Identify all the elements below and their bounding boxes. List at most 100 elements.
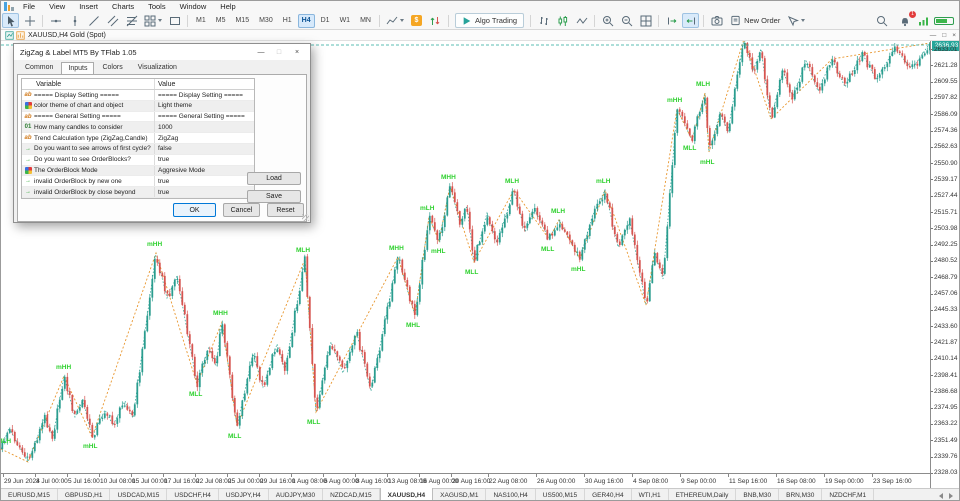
parameter-value[interactable]: Aggresive Mode — [154, 166, 254, 176]
timeframe-button-h1[interactable]: H1 — [279, 14, 296, 28]
tab-scroll-left-icon[interactable] — [939, 493, 943, 499]
time-axis[interactable]: 29 Jun 20243 Jul 00:005 Jul 16:0010 Jul … — [1, 473, 930, 488]
menu-file[interactable]: File — [16, 1, 42, 12]
timeframe-button-d1[interactable]: D1 — [317, 14, 334, 28]
deposit-button[interactable]: $ — [408, 13, 425, 28]
menu-view[interactable]: View — [42, 1, 72, 12]
vertical-line-tool-button[interactable] — [66, 13, 83, 28]
symbol-tab-gbpusd-h1[interactable]: GBPUSD,H1 — [58, 489, 111, 501]
dialog-close-button[interactable]: × — [290, 49, 304, 56]
parameter-value[interactable]: 1000 — [154, 122, 254, 132]
cancel-button[interactable]: Cancel — [223, 203, 260, 217]
parameter-row[interactable]: 01How many candles to consider1000 — [22, 122, 254, 133]
dialog-tab-visualization[interactable]: Visualization — [131, 61, 184, 74]
parameter-row[interactable]: →Do you want to see arrows of first cycl… — [22, 144, 254, 155]
symbol-tab-usdjpy-h4[interactable]: USDJPY,H4 — [219, 489, 269, 501]
parameter-row[interactable]: ab===== Display Setting ========== Displ… — [22, 90, 254, 101]
price-tick-label: 2421.87 — [934, 339, 958, 346]
save-button[interactable]: Save — [247, 190, 301, 203]
timeframe-button-mn[interactable]: MN — [356, 14, 375, 28]
parameter-value[interactable]: Light theme — [154, 101, 254, 111]
parameter-value[interactable]: ===== Display Setting ===== — [154, 90, 254, 100]
tick-chart-button[interactable] — [427, 13, 444, 28]
timeframe-button-m1[interactable]: M1 — [192, 14, 210, 28]
parameter-row[interactable]: abTrend Calculation type (ZigZag,Candle)… — [22, 133, 254, 144]
chart-type-dropdown-button[interactable] — [384, 13, 406, 28]
parameter-value[interactable]: ZigZag — [154, 133, 254, 143]
parameter-value[interactable]: true — [154, 155, 254, 165]
cursor-tool-button[interactable] — [2, 13, 19, 28]
symbol-tab-nzdcad-m15[interactable]: NZDCAD,M15 — [323, 489, 380, 501]
symbol-tab-bnb-m30[interactable]: BNB,M30 — [736, 489, 779, 501]
menu-window[interactable]: Window — [173, 1, 214, 12]
symbol-tab-ethereum-daily[interactable]: ETHEREUM,Daily — [669, 489, 737, 501]
screenshot-button[interactable] — [708, 13, 725, 28]
price-axis[interactable]: 2636.93 2633.012621.282609.552597.822586… — [930, 41, 960, 488]
line-mode-button[interactable] — [573, 13, 590, 28]
trendline-tool-button[interactable] — [85, 13, 102, 28]
timeframe-button-m5[interactable]: M5 — [212, 14, 230, 28]
notifications-button[interactable]: 1 — [896, 13, 913, 28]
parameter-row[interactable]: →invalid OrderBlock by new onetrue — [22, 176, 254, 187]
symbol-tab-xagusd-m1[interactable]: XAGUSD,M1 — [433, 489, 486, 501]
symbol-tab-wti-h1[interactable]: WTI,H1 — [632, 489, 669, 501]
zoom-in-button[interactable] — [599, 13, 616, 28]
symbol-tab-ger40-h4[interactable]: GER40,H4 — [585, 489, 631, 501]
load-button[interactable]: Load — [247, 172, 301, 185]
rectangle-tool-button[interactable] — [166, 13, 183, 28]
menu-help[interactable]: Help — [213, 1, 242, 12]
shapes-dropdown-button[interactable] — [142, 13, 164, 28]
fibonacci-tool-button[interactable] — [123, 13, 140, 28]
dialog-tab-common[interactable]: Common — [18, 61, 60, 74]
parameter-row[interactable]: ab===== General Setting ========== Gener… — [22, 112, 254, 123]
dialog-tab-colors[interactable]: Colors — [95, 61, 129, 74]
search-button[interactable] — [873, 13, 890, 28]
algo-trading-button[interactable]: Algo Trading — [455, 13, 524, 28]
symbol-tab-nzdchf-m1[interactable]: NZDCHF,M1 — [822, 489, 874, 501]
horizontal-line-tool-button[interactable] — [47, 13, 64, 28]
menu-tools[interactable]: Tools — [141, 1, 173, 12]
chart-shift-button[interactable] — [663, 13, 680, 28]
symbol-tab-brn-m30[interactable]: BRN,M30 — [779, 489, 822, 501]
menu-charts[interactable]: Charts — [105, 1, 141, 12]
depth-of-market-dropdown-button[interactable] — [785, 13, 807, 28]
symbol-tab-audjpy-m30[interactable]: AUDJPY,M30 — [269, 489, 323, 501]
tab-scroll-right-icon[interactable] — [949, 493, 953, 499]
symbol-tab-us500-m15[interactable]: US500,M15 — [536, 489, 585, 501]
equidistant-channel-tool-button[interactable] — [104, 13, 121, 28]
parameter-row[interactable]: The OrderBlock ModeAggresive Mode — [22, 166, 254, 177]
new-order-button[interactable]: New Order — [726, 15, 784, 26]
reset-button[interactable]: Reset — [267, 203, 304, 217]
parameter-value[interactable]: false — [154, 144, 254, 154]
auto-scroll-button[interactable] — [682, 13, 699, 28]
chart-minimize-button[interactable]: — — [930, 30, 937, 41]
chart-restore-button[interactable]: □ — [942, 30, 946, 41]
symbol-tab-eurusd-m15[interactable]: EURUSD,M15 — [1, 489, 58, 501]
zoom-out-button[interactable] — [618, 13, 635, 28]
parameter-value[interactable]: true — [154, 187, 254, 197]
dialog-maximize-button[interactable]: □ — [272, 49, 286, 56]
symbol-tab-usdchf-h4[interactable]: USDCHF,H4 — [167, 489, 218, 501]
dialog-minimize-button[interactable]: — — [254, 49, 268, 56]
timeframe-button-w1[interactable]: W1 — [336, 14, 355, 28]
parameter-row[interactable]: →Do you want to see OrderBlocks?true — [22, 155, 254, 166]
resize-grip[interactable] — [302, 214, 309, 221]
bar-chart-mode-button[interactable] — [535, 13, 552, 28]
symbol-tab-usdcad-m15[interactable]: USDCAD,M15 — [110, 489, 167, 501]
parameter-row[interactable]: color theme of chart and objectLight the… — [22, 101, 254, 112]
menu-insert[interactable]: Insert — [72, 1, 105, 12]
timeframe-button-m30[interactable]: M30 — [255, 14, 277, 28]
symbol-tab-xauusd-h4[interactable]: XAUUSD,H4 — [380, 488, 434, 501]
timeframe-button-m15[interactable]: M15 — [231, 14, 253, 28]
candle-mode-button[interactable] — [554, 13, 571, 28]
parameter-value[interactable]: ===== General Setting ===== — [154, 112, 254, 122]
crosshair-tool-button[interactable] — [21, 13, 38, 28]
parameter-value[interactable]: true — [154, 176, 254, 186]
chart-close-button[interactable]: × — [952, 30, 956, 41]
symbol-tab-nas100-h4[interactable]: NAS100,H4 — [486, 489, 535, 501]
ok-button[interactable]: OK — [173, 203, 216, 217]
timeframe-button-h4[interactable]: H4 — [298, 14, 315, 28]
parameter-row[interactable]: →invalid OrderBlock by close beyondtrue — [22, 187, 254, 198]
dialog-title-bar[interactable]: ZigZag & Label MT5 By TFlab 1.05 — □ × — [14, 44, 310, 60]
tile-windows-button[interactable] — [637, 13, 654, 28]
